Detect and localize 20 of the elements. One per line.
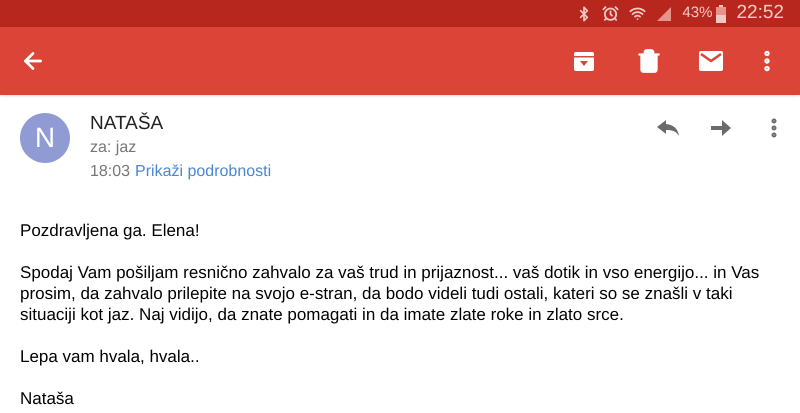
sent-time: 18:03 [90,162,130,182]
battery-icon [716,4,726,22]
signal-icon [656,6,672,22]
wifi-icon [629,5,646,22]
clock: 22:52 [736,1,784,26]
delete-button[interactable] [636,48,662,74]
mark-unread-button[interactable] [698,50,724,72]
message-paragraph: Spodaj Vam pošiljam resnično zahvalo za vaš trud in prijaznost... vaš dotik in vso energijo... in Vas prosim, da zahvalo prilepite na svojo e-stran, da bodo videli tudi ostali, kateri so se znašli v taki situaciji kot jaz. Naj vidijo, da znate pomagati in da imate zlate roke in zlato srce. [20,262,760,325]
forward-button[interactable] [710,118,732,138]
battery-percent: 43% [682,3,712,24]
message-paragraph: Pozdravljena ga. Elena! [20,220,201,241]
details-link[interactable]: Prikaži podrobnosti [135,160,272,184]
avatar: N [20,113,70,163]
archive-button[interactable] [572,49,596,73]
recipient: za: jaz [90,138,138,158]
message-paragraph: Lepa vam hvala, hvala.. [20,346,201,367]
alarm-icon [602,5,620,22]
message-paragraph: Nataša [20,388,75,409]
reply-button[interactable] [656,118,680,138]
sender-name: NATAŠA [90,112,164,136]
